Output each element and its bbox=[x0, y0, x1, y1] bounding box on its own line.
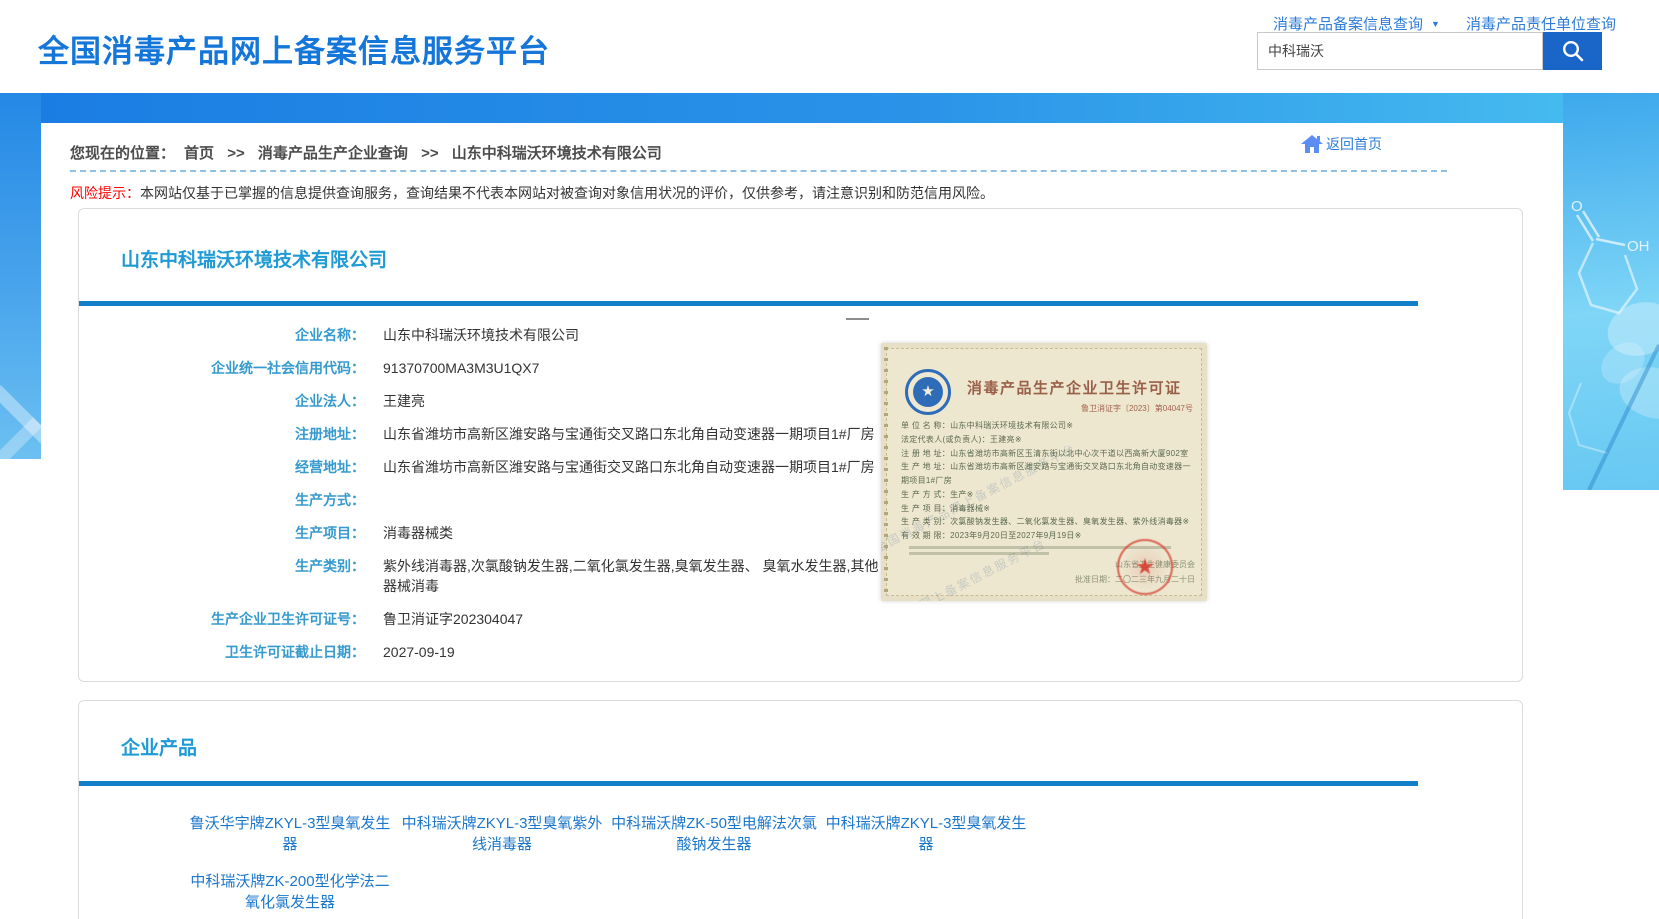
field-label: 生产类别： bbox=[79, 556, 365, 596]
breadcrumb-current: 山东中科瑞沃环境技术有限公司 bbox=[452, 145, 662, 162]
breadcrumb: 您现在的位置： 首页 >> 消毒产品生产企业查询 >> 山东中科瑞沃环境技术有限公… bbox=[70, 142, 671, 163]
field-label: 生产企业卫生许可证号： bbox=[79, 609, 365, 629]
field-value: 王建亮 bbox=[383, 391, 425, 411]
field-row: 企业法人： 王建亮 bbox=[79, 391, 889, 411]
certificate-emblem-icon: ★ bbox=[905, 369, 951, 415]
site-header: 全国消毒产品网上备案信息服务平台 消毒产品备案信息查询 ▼ 消毒产品责任单位查询 bbox=[0, 0, 1659, 93]
return-home-label: 返回首页 bbox=[1326, 134, 1382, 154]
background-left-decor bbox=[0, 93, 41, 459]
dashed-divider bbox=[70, 170, 1447, 172]
field-label: 卫生许可证截止日期： bbox=[79, 642, 365, 662]
field-value: 鲁卫消证字202304047 bbox=[383, 609, 523, 629]
chevron-down-icon[interactable]: ▼ bbox=[1431, 19, 1440, 29]
field-label: 经营地址： bbox=[79, 457, 365, 477]
nav-responsible-unit-query[interactable]: 消毒产品责任单位查询 bbox=[1466, 13, 1616, 34]
breadcrumb-enterprise-query[interactable]: 消毒产品生产企业查询 bbox=[258, 145, 408, 162]
field-row: 企业统一社会信用代码： 91370700MA3M3U1QX7 bbox=[79, 358, 889, 378]
field-row: 注册地址： 山东省潍坊市高新区潍安路与宝通街交叉路口东北角自动变速器一期项目1#… bbox=[79, 424, 889, 444]
risk-notice: 风险提示：本网站仅基于已掌握的信息提供查询服务，查询结果不代表本网站对被查询对象… bbox=[70, 183, 994, 203]
company-name-title: 山东中科瑞沃环境技术有限公司 bbox=[121, 245, 387, 272]
certificate-number: 鲁卫消证字〔2023〕第04047号 bbox=[1081, 403, 1193, 414]
breadcrumb-home[interactable]: 首页 bbox=[184, 145, 214, 162]
return-home-link[interactable]: 返回首页 bbox=[1300, 134, 1382, 154]
field-value: 山东省潍坊市高新区潍安路与宝通街交叉路口东北角自动变速器一期项目1#厂房 bbox=[383, 457, 875, 477]
field-row: 生产企业卫生许可证号： 鲁卫消证字202304047 bbox=[79, 609, 889, 629]
svg-text:O: O bbox=[1571, 198, 1583, 215]
field-row: 生产项目： 消毒器械类 bbox=[79, 523, 889, 543]
page: 全国消毒产品网上备案信息服务平台 消毒产品备案信息查询 ▼ 消毒产品责任单位查询 bbox=[0, 0, 1659, 919]
product-link[interactable]: 中科瑞沃牌ZK-200型化学法二氧化氯发生器 bbox=[184, 871, 396, 913]
field-row: 经营地址： 山东省潍坊市高新区潍安路与宝通街交叉路口东北角自动变速器一期项目1#… bbox=[79, 457, 889, 477]
nav-record-info-query[interactable]: 消毒产品备案信息查询 bbox=[1273, 13, 1423, 34]
chemistry-decor-graphic: O OH bbox=[1563, 93, 1659, 490]
products-card: 企业产品 鲁沃华宇牌ZKYL-3型臭氧发生器 中科瑞沃牌ZKYL-3型臭氧紫外线… bbox=[78, 700, 1523, 919]
field-label: 生产项目： bbox=[79, 523, 365, 543]
product-link[interactable]: 中科瑞沃牌ZKYL-3型臭氧紫外线消毒器 bbox=[396, 813, 608, 855]
field-label: 企业法人： bbox=[79, 391, 365, 411]
main-content: 您现在的位置： 首页 >> 消毒产品生产企业查询 >> 山东中科瑞沃环境技术有限公… bbox=[41, 123, 1563, 919]
field-label: 企业名称： bbox=[79, 325, 365, 345]
search-bar bbox=[1257, 32, 1602, 70]
background-right-decor: O OH bbox=[1563, 93, 1659, 490]
search-icon bbox=[1560, 38, 1586, 64]
risk-notice-text: 本网站仅基于已掌握的信息提供查询服务，查询结果不代表本网站对被查询对象信用状况的… bbox=[140, 185, 994, 201]
field-value: 紫外线消毒器,次氯酸钠发生器,二氧化氯发生器,臭氧发生器、 臭氧水发生器,其他器… bbox=[383, 556, 883, 596]
product-list: 鲁沃华宇牌ZKYL-3型臭氧发生器 中科瑞沃牌ZKYL-3型臭氧紫外线消毒器 中… bbox=[184, 813, 1032, 913]
certificate-title: 消毒产品生产企业卫生许可证 bbox=[967, 377, 1182, 398]
breadcrumb-prefix: 您现在的位置： bbox=[70, 145, 175, 162]
field-value: 2027-09-19 bbox=[383, 642, 455, 662]
svg-text:OH: OH bbox=[1627, 238, 1650, 255]
risk-notice-label: 风险提示： bbox=[70, 185, 140, 201]
image-artifact-dash bbox=[846, 318, 869, 320]
site-title: 全国消毒产品网上备案信息服务平台 bbox=[38, 26, 550, 71]
breadcrumb-separator: >> bbox=[421, 145, 439, 162]
hygiene-license-certificate-image: 全国消毒产品网上备案信息服务平台 全国消毒产品网上备案信息服务平台 ★ 消毒产品… bbox=[881, 343, 1207, 601]
field-label: 生产方式： bbox=[79, 490, 365, 510]
field-label: 注册地址： bbox=[79, 424, 365, 444]
products-card-title: 企业产品 bbox=[121, 733, 197, 760]
certificate-fields: 单 位 名 称：山东中科瑞沃环境技术有限公司※ 法定代表人(或负责人)：王建亮※… bbox=[901, 419, 1199, 555]
field-value: 消毒器械类 bbox=[383, 523, 453, 543]
field-value: 山东省潍坊市高新区潍安路与宝通街交叉路口东北角自动变速器一期项目1#厂房 bbox=[383, 424, 875, 444]
card-title-rule bbox=[79, 781, 1418, 786]
home-icon bbox=[1300, 134, 1326, 154]
top-nav: 消毒产品备案信息查询 ▼ 消毒产品责任单位查询 bbox=[1273, 13, 1616, 34]
certificate-binding-holes bbox=[884, 347, 888, 597]
certificate-red-seal: ★ bbox=[1117, 539, 1173, 595]
field-row: 企业名称： 山东中科瑞沃环境技术有限公司 bbox=[79, 325, 889, 345]
field-row: 卫生许可证截止日期： 2027-09-19 bbox=[79, 642, 889, 662]
product-link[interactable]: 中科瑞沃牌ZK-50型电解法次氯酸钠发生器 bbox=[608, 813, 820, 855]
search-input[interactable] bbox=[1257, 32, 1543, 70]
search-button[interactable] bbox=[1543, 32, 1602, 70]
field-row: 生产类别： 紫外线消毒器,次氯酸钠发生器,二氧化氯发生器,臭氧发生器、 臭氧水发… bbox=[79, 556, 889, 596]
breadcrumb-separator: >> bbox=[227, 145, 245, 162]
product-link[interactable]: 鲁沃华宇牌ZKYL-3型臭氧发生器 bbox=[184, 813, 396, 855]
field-value: 山东中科瑞沃环境技术有限公司 bbox=[383, 325, 579, 345]
card-title-rule bbox=[79, 301, 1418, 306]
field-value: 91370700MA3M3U1QX7 bbox=[383, 358, 539, 378]
field-label: 企业统一社会信用代码： bbox=[79, 358, 365, 378]
company-fields: 企业名称： 山东中科瑞沃环境技术有限公司 企业统一社会信用代码： 9137070… bbox=[79, 325, 889, 675]
product-link[interactable]: 中科瑞沃牌ZKYL-3型臭氧发生器 bbox=[820, 813, 1032, 855]
blue-banner bbox=[0, 93, 1659, 123]
company-info-card: 山东中科瑞沃环境技术有限公司 企业名称： 山东中科瑞沃环境技术有限公司 企业统一… bbox=[78, 208, 1523, 682]
field-row: 生产方式： bbox=[79, 490, 889, 510]
